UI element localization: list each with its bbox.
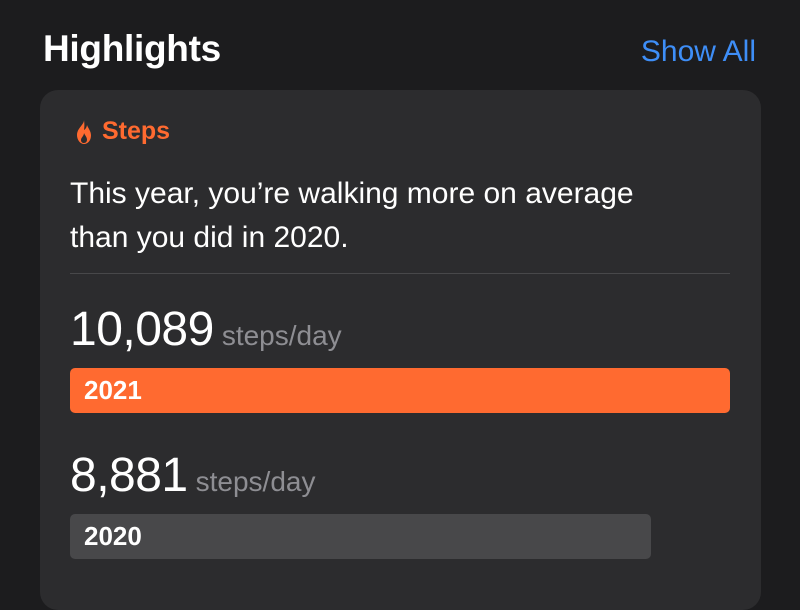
previous-year-bar: 2020 xyxy=(70,514,651,559)
previous-steps-unit: steps/day xyxy=(195,466,316,497)
page-title: Highlights xyxy=(43,28,221,69)
current-steps-unit: steps/day xyxy=(221,320,342,351)
show-all-link[interactable]: Show All xyxy=(641,35,756,69)
previous-steps-value: 8,881 xyxy=(70,449,188,502)
current-year-label: 2021 xyxy=(84,375,142,405)
highlight-summary: This year, you’re walking more on averag… xyxy=(70,172,740,260)
summary-line: This year, you’re walking more on averag… xyxy=(70,177,634,210)
divider xyxy=(70,273,730,274)
flame-icon xyxy=(74,119,94,145)
previous-year-metric: 8,881 steps/day xyxy=(70,448,315,503)
highlights-header: Highlights Show All xyxy=(43,28,756,70)
summary-line: than you did in 2020. xyxy=(70,221,349,254)
current-year-metric: 10,089 steps/day xyxy=(70,302,342,357)
current-steps-value: 10,089 xyxy=(70,303,214,356)
category-header: Steps xyxy=(74,117,170,146)
previous-year-label: 2020 xyxy=(84,521,142,551)
category-label: Steps xyxy=(102,117,171,145)
current-year-bar: 2021 xyxy=(70,368,730,413)
steps-highlight-card[interactable]: Steps This year, you’re walking more on … xyxy=(40,90,761,610)
